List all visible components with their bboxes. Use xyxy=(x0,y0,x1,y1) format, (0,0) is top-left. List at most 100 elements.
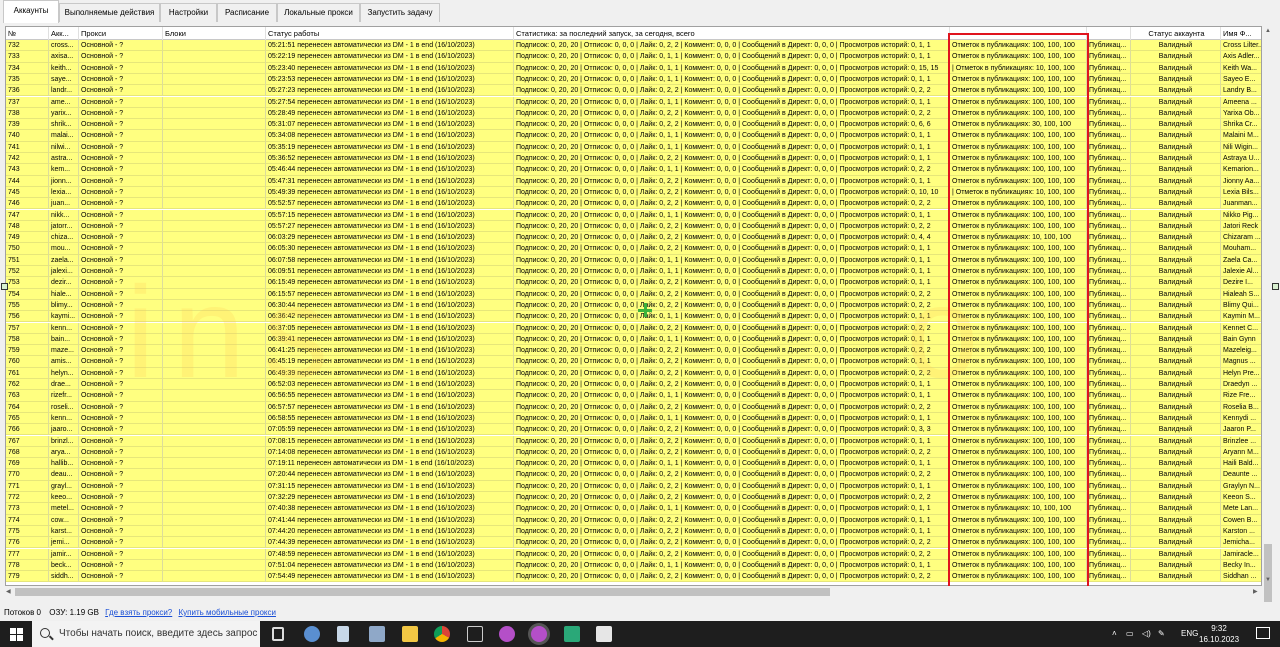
cell-full-name[interactable]: Aryann M... xyxy=(1221,447,1261,459)
cell-tags-stat[interactable]: Отметок в публикациях: 100, 100, 100 xyxy=(950,492,1087,504)
cell-publications[interactable]: Публикац... xyxy=(1087,85,1131,97)
cell-account-status[interactable]: Валидный xyxy=(1131,356,1221,368)
cell-work-status[interactable]: 06:09:51 перенесен автоматически из DM -… xyxy=(266,266,514,278)
cell-tags-stat[interactable]: Отметок в публикациях: 100, 100, 100 xyxy=(950,525,1087,538)
cell-number[interactable]: 766 xyxy=(6,424,49,436)
cell-blocks[interactable] xyxy=(163,412,266,425)
cell-number[interactable]: 745 xyxy=(6,186,49,199)
table-row[interactable]: 757 kenn... Основной - ? 06:37:05 перенесен… xyxy=(6,322,1261,334)
cell-statistics[interactable]: Подписок: 0, 20, 20 | Отписок: 0, 0, 0 |… xyxy=(514,96,950,108)
table-row[interactable]: 747 nikk... Основной - ? 05:57:15 перенесен… xyxy=(6,209,1261,221)
cell-publications[interactable]: Публикац... xyxy=(1087,525,1131,538)
cell-blocks[interactable] xyxy=(163,220,266,233)
cell-work-status[interactable]: 05:57:15 перенесен автоматически из DM -… xyxy=(266,209,514,221)
cell-tags-stat[interactable]: | Отметок в публикациях: 10, 100, 100 xyxy=(950,186,1087,199)
table-row[interactable]: 749 chiza... Основной - ? 06:03:29 перенесе… xyxy=(6,232,1261,244)
table-row[interactable]: 768 arya... Основной - ? 07:14:08 перенесен… xyxy=(6,446,1261,459)
col-header-blank-1[interactable] xyxy=(950,27,1087,40)
cell-tags-stat[interactable]: Отметок в публикациях: 100, 100, 100 xyxy=(950,73,1087,86)
table-row[interactable]: 745 lexia... Основной - ? 05:49:39 перенесе… xyxy=(6,186,1261,199)
cell-tags-stat[interactable]: Отметок в публикациях: 100, 100, 100 xyxy=(950,254,1087,266)
table-row[interactable]: 732 cross... Основной - ? 05:21:51 перенесе… xyxy=(6,40,1261,52)
cell-tags-stat[interactable]: Отметок в публикациях: 100, 100, 100 xyxy=(950,130,1087,142)
cell-number[interactable]: 751 xyxy=(6,254,49,266)
cell-publications[interactable]: Публикац... xyxy=(1087,571,1131,583)
cell-work-status[interactable]: 06:03:29 перенесен автоматически из DM -… xyxy=(266,232,514,244)
cell-work-status[interactable]: 06:49:39 перенесен автоматически из DM -… xyxy=(266,367,514,379)
cell-proxy[interactable]: Основной - ? xyxy=(79,311,163,323)
cell-publications[interactable]: Публикац... xyxy=(1087,209,1131,221)
table-row[interactable]: 735 saye... Основной - ? 05:23:53 перенесен… xyxy=(6,73,1261,86)
cell-tags-stat[interactable]: Отметок в публикациях: 100, 100, 100 xyxy=(950,571,1087,583)
cell-proxy[interactable]: Основной - ? xyxy=(79,548,163,560)
cell-full-name[interactable]: Jionny Aa... xyxy=(1221,176,1261,187)
cell-tags-stat[interactable]: Отметок в публикациях: 100, 100, 100 xyxy=(950,412,1087,425)
cell-account-status[interactable]: Валидный xyxy=(1131,107,1221,120)
cell-statistics[interactable]: Подписок: 0, 20, 20 | Отписок: 0, 0, 0 |… xyxy=(514,401,950,413)
cell-number[interactable]: 734 xyxy=(6,62,49,74)
cell-statistics[interactable]: Подписок: 0, 20, 20 | Отписок: 0, 0, 0 |… xyxy=(514,424,950,436)
cell-statistics[interactable]: Подписок: 0, 20, 20 | Отписок: 0, 0, 0 |… xyxy=(514,107,950,120)
cell-account[interactable]: bain... xyxy=(49,333,79,346)
cell-account[interactable]: astra... xyxy=(49,153,79,165)
file-explorer-icon[interactable] xyxy=(402,626,418,642)
cell-account[interactable]: lexia... xyxy=(49,186,79,199)
cell-publications[interactable]: Публикац... xyxy=(1087,424,1131,436)
cell-tags-stat[interactable]: Отметок в публикациях: 100, 100, 100 xyxy=(950,141,1087,153)
horizontal-scrollbar[interactable]: ◀ ▶ xyxy=(5,586,1262,598)
cell-full-name[interactable]: Helyn Pre... xyxy=(1221,368,1261,379)
cell-full-name[interactable]: Brinzlee ... xyxy=(1221,436,1261,447)
cell-number[interactable]: 743 xyxy=(6,164,49,176)
cell-work-status[interactable]: 06:05:30 перенесен автоматически из DM -… xyxy=(266,243,514,255)
table-row[interactable]: 779 siddh... Основной - ? 07:54:49 перенесе… xyxy=(6,571,1261,583)
cell-publications[interactable]: Публикац... xyxy=(1087,254,1131,266)
cell-number[interactable]: 754 xyxy=(6,288,49,300)
cell-proxy[interactable]: Основной - ? xyxy=(79,537,163,549)
cell-statistics[interactable]: Подписок: 0, 20, 20 | Отписок: 0, 0, 0 |… xyxy=(514,446,950,459)
cell-publications[interactable]: Публикац... xyxy=(1087,356,1131,368)
cell-tags-stat[interactable]: Отметок в публикациях: 100, 100, 100 xyxy=(950,514,1087,526)
cell-tags-stat[interactable]: Отметок в публикациях: 100, 100, 100 xyxy=(950,175,1087,187)
cell-account-status[interactable]: Валидный xyxy=(1131,299,1221,312)
cell-statistics[interactable]: Подписок: 0, 20, 20 | Отписок: 0, 0, 0 |… xyxy=(514,266,950,278)
cell-statistics[interactable]: Подписок: 0, 20, 20 | Отписок: 0, 0, 0 |… xyxy=(514,299,950,312)
cell-proxy[interactable]: Основной - ? xyxy=(79,209,163,221)
cell-full-name[interactable]: Nili Wigin... xyxy=(1221,142,1261,153)
cell-work-status[interactable]: 05:27:23 перенесен автоматически из DM -… xyxy=(266,85,514,97)
cell-publications[interactable]: Публикац... xyxy=(1087,164,1131,176)
cell-account-status[interactable]: Валидный xyxy=(1131,435,1221,447)
windows-start-icon[interactable] xyxy=(10,628,24,642)
cell-number[interactable]: 742 xyxy=(6,153,49,165)
cell-work-status[interactable]: 06:39:41 перенесен автоматически из DM -… xyxy=(266,333,514,346)
cell-blocks[interactable] xyxy=(163,311,266,323)
cell-work-status[interactable]: 05:36:52 перенесен автоматически из DM -… xyxy=(266,153,514,165)
cell-account-status[interactable]: Валидный xyxy=(1131,209,1221,221)
cell-blocks[interactable] xyxy=(163,85,266,97)
cell-account[interactable]: malai... xyxy=(49,130,79,142)
cell-proxy[interactable]: Основной - ? xyxy=(79,322,163,334)
cell-publications[interactable]: Публикац... xyxy=(1087,401,1131,413)
profile-app-active-icon[interactable] xyxy=(531,626,547,642)
cell-statistics[interactable]: Подписок: 0, 20, 20 | Отписок: 0, 0, 0 |… xyxy=(514,514,950,526)
cell-blocks[interactable] xyxy=(163,40,266,52)
cell-number[interactable]: 744 xyxy=(6,175,49,187)
table-row[interactable]: 739 shrik... Основной - ? 05:31:07 перенесе… xyxy=(6,119,1261,131)
cell-account[interactable]: arya... xyxy=(49,446,79,459)
cell-full-name[interactable]: Rize Fre... xyxy=(1221,390,1261,402)
cell-publications[interactable]: Публикац... xyxy=(1087,141,1131,153)
col-header-blocks[interactable]: Блоки xyxy=(163,27,266,40)
cell-blocks[interactable] xyxy=(163,232,266,244)
cell-account-status[interactable]: Валидный xyxy=(1131,62,1221,74)
cell-blocks[interactable] xyxy=(163,62,266,74)
cell-publications[interactable]: Публикац... xyxy=(1087,322,1131,334)
table-row[interactable]: 754 hiale... Основной - ? 06:15:57 перенесе… xyxy=(6,288,1261,300)
cell-full-name[interactable]: Landry B... xyxy=(1221,85,1261,97)
cell-proxy[interactable]: Основной - ? xyxy=(79,367,163,379)
cell-blocks[interactable] xyxy=(163,322,266,334)
cell-blocks[interactable] xyxy=(163,153,266,165)
cell-tags-stat[interactable]: Отметок в публикациях: 10, 100, 100 xyxy=(950,232,1087,244)
table-row[interactable]: 753 dezir... Основной - ? 06:15:49 перенесе… xyxy=(6,277,1261,289)
cell-number[interactable]: 760 xyxy=(6,356,49,368)
cell-account[interactable]: axisa... xyxy=(49,51,79,63)
cell-blocks[interactable] xyxy=(163,266,266,278)
